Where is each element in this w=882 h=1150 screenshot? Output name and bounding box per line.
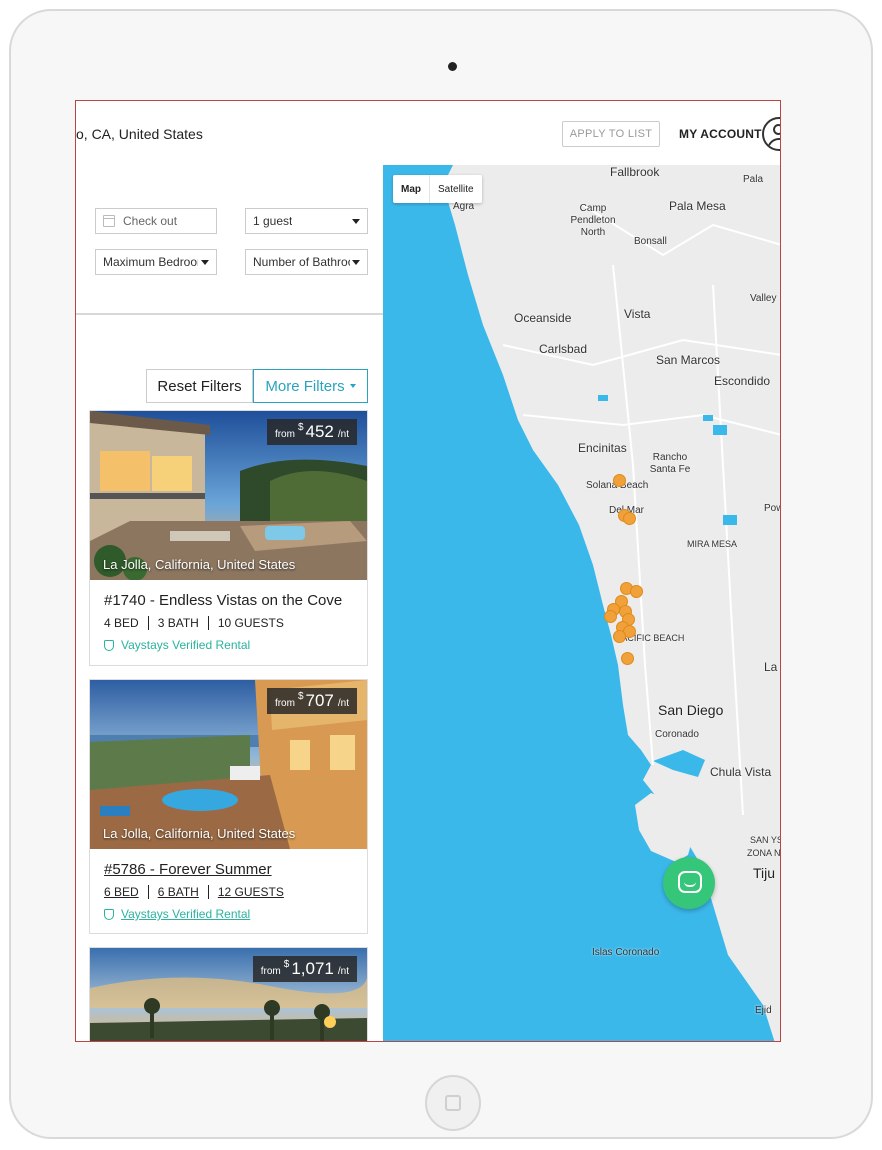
map-label: Encinitas: [578, 441, 627, 455]
map-view[interactable]: Map Satellite Fallbrook Pala Agra Camp P…: [383, 165, 781, 1041]
map-pin[interactable]: [623, 512, 636, 525]
map-label: Rancho Santa Fe: [649, 452, 691, 475]
my-account-link[interactable]: MY ACCOUNT: [679, 127, 762, 141]
avatar-icon[interactable]: [762, 117, 780, 151]
listing-card[interactable]: from $ 452 /nt La Jolla, California, Uni…: [89, 410, 368, 666]
map-type-toggle: Map Satellite: [393, 175, 482, 203]
listing-title[interactable]: #1740 - Endless Vistas on the Cove: [104, 592, 342, 609]
map-pin[interactable]: [604, 610, 617, 623]
map-label: Vista: [624, 307, 651, 321]
apply-to-list-button[interactable]: APPLY TO LIST: [562, 121, 660, 147]
chat-button[interactable]: [663, 857, 715, 909]
map-toggle-button[interactable]: Map: [393, 175, 430, 203]
map-label: San Marcos: [656, 353, 721, 367]
map-pin[interactable]: [630, 585, 643, 598]
price-tag: from $ 1,071 /nt: [252, 956, 357, 982]
home-button[interactable]: [425, 1075, 481, 1131]
map-label: Pala: [743, 174, 764, 185]
map-label: San Diego: [658, 702, 724, 718]
map-label: Pala Mesa: [669, 199, 726, 213]
map-label: Fallbrook: [610, 165, 660, 179]
map-pin[interactable]: [621, 652, 634, 665]
map-label: Oceanside: [514, 311, 572, 325]
verified-badge: Vaystays Verified Rental: [104, 907, 250, 921]
listing-card[interactable]: from $ 1,071 /nt: [89, 947, 368, 1041]
map-label: MIRA MESA: [687, 539, 738, 549]
chevron-down-icon: [352, 219, 360, 224]
map-label: Chula Vista: [710, 765, 772, 779]
map-label: Valley: [750, 293, 777, 304]
more-filters-button[interactable]: More Filters: [253, 369, 368, 403]
map-label: La: [764, 660, 778, 674]
photo-location: La Jolla, California, United States: [103, 826, 296, 841]
map-label: SAN YSI: [750, 835, 780, 845]
map-label: Tiju: [753, 865, 776, 881]
shield-icon: [104, 908, 114, 920]
checkout-field[interactable]: Check out: [95, 208, 217, 234]
listing-card[interactable]: from $ 707 /nt La Jolla, California, Uni…: [89, 679, 368, 934]
map-land: [443, 165, 780, 1041]
listing-meta: 6 BED 6 BATH 12 GUESTS: [104, 885, 284, 899]
location-text: o, CA, United States: [76, 126, 203, 142]
map-label: Coronado: [655, 729, 699, 740]
chevron-down-icon: [201, 260, 209, 265]
listing-meta: 4 BED 3 BATH 10 GUESTS: [104, 616, 284, 630]
map-label: Islas Coronado: [592, 947, 660, 958]
listing-photo[interactable]: from $ 707 /nt La Jolla, California, Uni…: [90, 680, 367, 849]
map-label: Ejid: [755, 1005, 772, 1016]
verified-badge: Vaystays Verified Rental: [104, 638, 250, 652]
top-header: o, CA, United States APPLY TO LIST MY AC…: [76, 101, 780, 166]
map-label: Bonsall: [634, 236, 667, 247]
satellite-toggle-button[interactable]: Satellite: [430, 175, 482, 203]
map-label: Agra: [453, 201, 475, 212]
map-pin[interactable]: [613, 474, 626, 487]
shield-icon: [104, 639, 114, 651]
map-label: Pow: [764, 503, 780, 514]
chevron-down-icon: [352, 260, 360, 265]
photo-location: La Jolla, California, United States: [103, 557, 296, 572]
guests-select[interactable]: 1 guest: [245, 208, 368, 234]
bedrooms-select[interactable]: Maximum Bedrooms: [95, 249, 217, 275]
listing-panel: Check out 1 guest Maximum Bedrooms Numbe…: [76, 165, 383, 1041]
reset-filters-button[interactable]: Reset Filters: [146, 369, 253, 403]
bathrooms-select[interactable]: Number of Bathrooms: [245, 249, 368, 275]
map-label: ZONA NO: [747, 848, 781, 858]
map-label: Escondido: [714, 374, 771, 388]
calendar-icon: [103, 215, 115, 227]
map-label: Camp Pendleton North: [570, 203, 616, 238]
camera-dot: [448, 62, 457, 71]
listing-photo[interactable]: from $ 452 /nt La Jolla, California, Uni…: [90, 411, 367, 580]
map-label: Carlsbad: [539, 342, 588, 356]
filter-bar: Check out 1 guest Maximum Bedrooms Numbe…: [76, 165, 383, 315]
listing-title[interactable]: #5786 - Forever Summer: [104, 861, 272, 878]
listing-photo[interactable]: from $ 1,071 /nt: [90, 948, 367, 1041]
chevron-down-icon: [349, 384, 356, 388]
map-pin[interactable]: [613, 630, 626, 643]
price-tag: from $ 707 /nt: [266, 688, 357, 714]
price-tag: from $ 452 /nt: [266, 419, 357, 445]
